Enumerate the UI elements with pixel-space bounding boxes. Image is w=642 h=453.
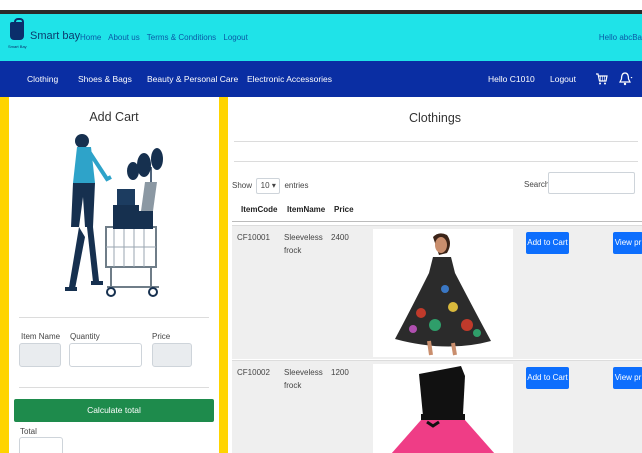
add-cart-panel-border: Add Cart Item Name Quantity Price Calcul… [0, 97, 228, 453]
divider [19, 387, 209, 388]
logo-caption: Smart Bay [8, 44, 27, 49]
add-to-cart-button[interactable]: Add to Cart [526, 232, 569, 254]
row-item-name: Sleeveless frock [284, 366, 323, 392]
nav-beauty-personal-care[interactable]: Beauty & Personal Care [147, 74, 238, 84]
row-item-name-line: frock [284, 246, 302, 255]
category-navbar: Clothing Shoes & Bags Beauty & Personal … [0, 61, 642, 97]
entries-select[interactable]: 10 ▾ [256, 178, 281, 194]
top-header: Smart Bay Smart bay Home About us Terms … [0, 14, 642, 61]
row-item-name-line: frock [284, 381, 302, 390]
chevron-down-icon: ▾ [271, 181, 276, 190]
show-label: Show [232, 181, 253, 191]
nav-shoes-bags[interactable]: Shoes & Bags [78, 74, 132, 84]
bell-icon[interactable] [619, 71, 633, 87]
search-input[interactable] [548, 172, 635, 194]
shopping-bag-icon [10, 18, 24, 40]
price-field [152, 343, 192, 367]
shopping-cart-icon[interactable] [596, 73, 608, 85]
smart-bay-logo[interactable]: Smart Bay [8, 18, 28, 54]
show-entries: Show 10 ▾ entries [232, 178, 309, 194]
row-item-code: CF10002 [237, 368, 270, 377]
brand-name[interactable]: Smart bay [30, 30, 80, 42]
divider [19, 317, 209, 318]
column-header-itemcode[interactable]: ItemCode [241, 205, 277, 214]
clothings-title: Clothings [408, 111, 462, 125]
table-row: CF10002 Sleeveless frock 1200 Add to Car… [232, 360, 642, 453]
row-item-code: CF10001 [237, 233, 270, 242]
product-image-dress[interactable] [373, 229, 513, 357]
row-item-price: 1200 [331, 368, 349, 377]
divider [234, 141, 638, 142]
row-item-name: Sleeveless frock [284, 231, 323, 257]
add-to-cart-button[interactable]: Add to Cart [526, 367, 569, 389]
link-about-us[interactable]: About us [108, 33, 140, 42]
link-terms[interactable]: Terms & Conditions [147, 33, 216, 42]
nav-hello-user: Hello C1010 [488, 74, 535, 84]
shopping-person-illustration [65, 134, 163, 297]
link-logout[interactable]: Logout [223, 33, 247, 42]
entries-label: entries [284, 181, 309, 191]
total-field [19, 437, 63, 453]
column-header-itemname[interactable]: ItemName [287, 205, 325, 214]
top-links: Home About us Terms & Conditions Logout [80, 33, 253, 42]
row-item-price: 2400 [331, 233, 349, 242]
nav-electronic-accessories[interactable]: Electronic Accessories [247, 74, 332, 84]
nav-clothing[interactable]: Clothing [27, 74, 58, 84]
table-row: CF10001 Sleeveless frock 2400 Add to Car… [232, 225, 642, 359]
header-divider [232, 221, 642, 222]
divider [234, 161, 638, 162]
window-top-strip [0, 0, 642, 14]
total-label: Total [20, 427, 37, 436]
column-header-price[interactable]: Price [334, 205, 354, 214]
quantity-label: Quantity [70, 332, 100, 341]
top-hello-user: Hello abcBa [598, 33, 642, 42]
add-cart-title: Add Cart [89, 110, 139, 124]
catalog-panel: Clothings Show 10 ▾ entries Search: Item… [228, 97, 642, 453]
quantity-field[interactable] [69, 343, 142, 367]
entries-value: 10 [260, 181, 270, 190]
view-product-button[interactable]: View pr [613, 367, 642, 389]
add-cart-panel: Add Cart Item Name Quantity Price Calcul… [9, 97, 219, 453]
row-item-name-line: Sleeveless [284, 233, 323, 242]
calculate-total-button[interactable]: Calculate total [14, 399, 214, 422]
price-label: Price [152, 332, 171, 341]
nav-logout[interactable]: Logout [550, 74, 576, 84]
product-image-dress[interactable] [373, 364, 513, 453]
item-name-label: Item Name [21, 332, 61, 341]
item-name-field [19, 343, 61, 367]
link-home[interactable]: Home [80, 33, 101, 42]
view-product-button[interactable]: View pr [613, 232, 642, 254]
row-item-name-line: Sleeveless [284, 368, 323, 377]
